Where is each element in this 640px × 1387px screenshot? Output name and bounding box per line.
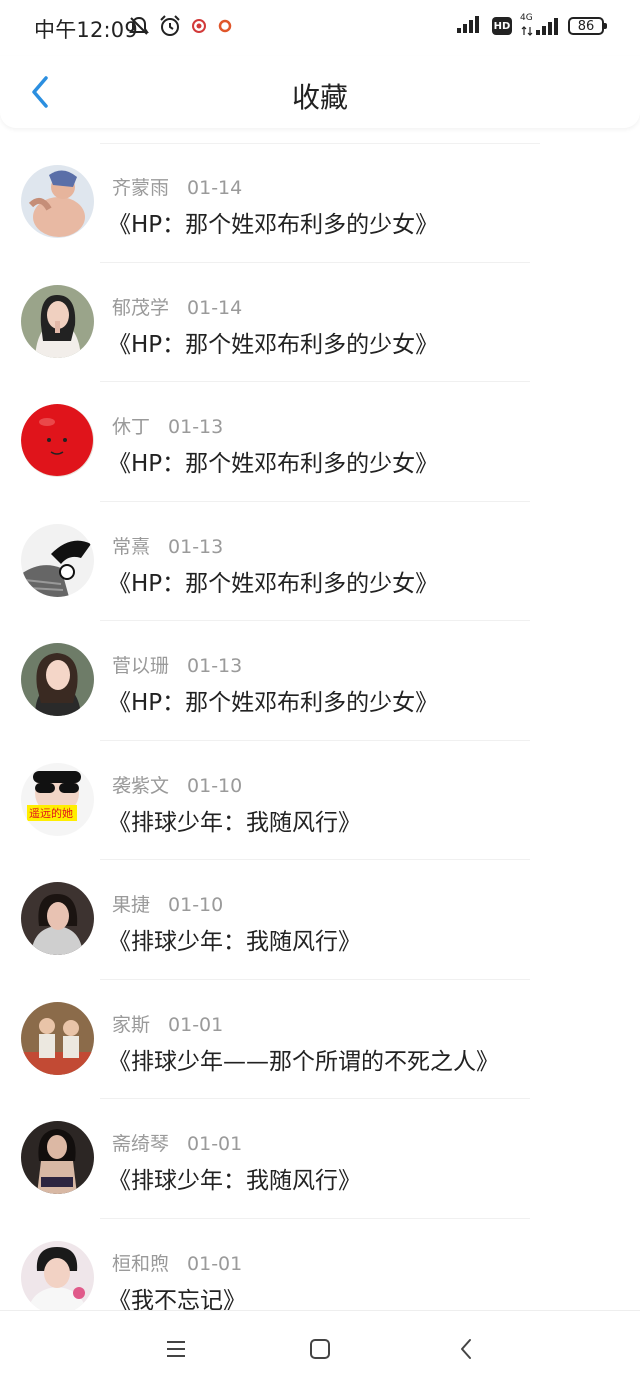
item-date: 01-13 — [168, 416, 224, 438]
menu-button[interactable] — [156, 1333, 196, 1365]
page-title: 收藏 — [291, 81, 348, 114]
book-title: 《HP：那个姓邓布利多的少女》 — [108, 331, 439, 358]
list-item[interactable]: 郁茂学 01-14 《HP：那个姓邓布利多的少女》 — [0, 263, 640, 382]
avatar — [21, 165, 94, 238]
alarm-icon — [158, 14, 182, 42]
user-name: 果捷 — [112, 894, 151, 916]
item-date: 01-13 — [168, 535, 224, 558]
favorites-list: 齐蒙雨 01-14 《HP：那个姓邓布利多的少女》 郁茂学 01-14 《HP：那个… — [0, 143, 640, 1338]
book-title: 《排球少年：我随风行》 — [108, 929, 361, 955]
user-name: 常熹 — [112, 535, 151, 558]
battery-indicator: 86 — [568, 17, 607, 35]
user-name: 家斯 — [112, 1013, 151, 1036]
book-title: 《HP：那个姓邓布利多的少女》 — [108, 451, 439, 477]
book-title: 《HP：那个姓邓布利多的少女》 — [108, 212, 439, 238]
avatar-caption: 遥远的她 — [29, 806, 73, 820]
item-meta: 家斯 01-01 — [112, 1010, 223, 1037]
list-item[interactable]: 常熹 01-13 《HP：那个姓邓布利多的少女》 — [0, 502, 640, 621]
avatar: 遥远的她 — [21, 762, 94, 836]
item-date: 01-10 — [168, 894, 224, 916]
network-signal-icon: 4G — [520, 13, 560, 37]
user-name: 菅以珊 — [112, 655, 170, 677]
item-date: 01-10 — [187, 774, 243, 797]
avatar — [21, 1240, 94, 1314]
home-square-icon — [310, 1339, 330, 1359]
book-title: 《排球少年——那个所谓的不死之人》 — [108, 1048, 499, 1075]
item-meta: 郁茂学 01-14 — [112, 293, 242, 320]
item-meta: 桓和煦 01-01 — [112, 1249, 242, 1276]
status-icons-left — [128, 14, 234, 42]
item-meta: 斋绮琴 01-01 — [112, 1129, 242, 1156]
user-name: 齐蒙雨 — [112, 177, 170, 199]
nav-back-button[interactable] — [446, 1333, 486, 1365]
home-button[interactable] — [300, 1333, 340, 1365]
user-name: 斋绮琴 — [112, 1133, 170, 1155]
avatar — [21, 1001, 94, 1075]
status-time: 中午12:09 — [34, 18, 138, 42]
status-icons-right: HD 4G 86 — [456, 13, 607, 38]
favorites-screen: 中午12:09 HD 4G 86 收藏 齐蒙雨 01-14 《HP：那个姓邓布利… — [0, 0, 640, 1387]
avatar — [21, 404, 94, 477]
avatar — [21, 284, 94, 358]
user-name: 袭紫文 — [112, 774, 170, 797]
list-item[interactable]: 休丁 01-13 《HP：那个姓邓布利多的少女》 — [0, 382, 640, 502]
list-item[interactable]: 遥远的她 袭紫文 01-10 《排球少年：我随风行》 — [0, 741, 640, 860]
list-item[interactable]: 斋绮琴 01-01 《排球少年：我随风行》 — [0, 1099, 640, 1219]
list-item[interactable]: 家斯 01-01 《排球少年——那个所谓的不死之人》 — [0, 980, 640, 1099]
menu-icon — [167, 1341, 185, 1357]
item-date: 01-13 — [187, 655, 243, 677]
system-nav-bar — [0, 1310, 640, 1387]
avatar — [21, 523, 94, 597]
item-meta: 常熹 01-13 — [112, 532, 223, 559]
status-bar: 中午12:09 HD 4G 86 — [0, 0, 640, 56]
book-title: 《排球少年：我随风行》 — [108, 809, 361, 836]
item-meta: 菅以珊 01-13 — [112, 651, 242, 678]
list-item[interactable]: 菅以珊 01-13 《HP：那个姓邓布利多的少女》 — [0, 621, 640, 741]
item-meta: 果捷 01-10 — [112, 890, 223, 917]
item-meta: 齐蒙雨 01-14 — [112, 173, 242, 200]
item-meta: 休丁 01-13 — [112, 412, 223, 439]
list-item[interactable]: 果捷 01-10 《排球少年：我随风行》 — [0, 860, 640, 980]
app-notification-icon — [190, 17, 208, 39]
user-name: 桓和煦 — [112, 1252, 170, 1275]
item-date: 01-01 — [187, 1133, 243, 1155]
hd-badge: HD — [492, 17, 512, 35]
item-date: 01-14 — [187, 177, 243, 199]
mute-bell-icon — [128, 15, 150, 41]
user-name: 休丁 — [112, 416, 151, 438]
item-meta: 袭紫文 01-10 — [112, 771, 242, 798]
list-item[interactable]: 齐蒙雨 01-14 《HP：那个姓邓布利多的少女》 — [0, 143, 640, 263]
book-title: 《HP：那个姓邓布利多的少女》 — [108, 690, 439, 716]
item-date: 01-14 — [187, 296, 243, 319]
book-title: 《HP：那个姓邓布利多的少女》 — [108, 570, 439, 597]
avatar — [21, 643, 94, 716]
app-header: 收藏 — [0, 56, 640, 128]
user-name: 郁茂学 — [112, 296, 170, 319]
signal-icon — [456, 14, 484, 38]
avatar — [21, 882, 94, 955]
back-chevron-icon — [461, 1339, 471, 1359]
app-notification-icon-2 — [216, 17, 234, 39]
item-date: 01-01 — [187, 1252, 243, 1275]
book-title: 《排球少年：我随风行》 — [108, 1168, 361, 1194]
avatar — [21, 1121, 94, 1194]
item-date: 01-01 — [168, 1013, 224, 1036]
